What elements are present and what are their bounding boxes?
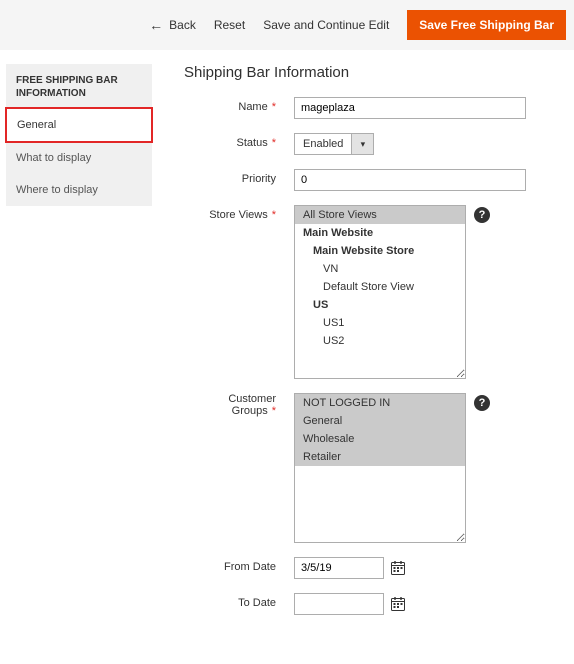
calendar-icon[interactable] — [390, 596, 406, 612]
content: Shipping Bar Information Name* Status* E… — [152, 64, 574, 629]
list-item[interactable]: US1 — [295, 314, 465, 332]
label-to-date: To Date — [184, 593, 276, 609]
list-item[interactable]: Wholesale — [295, 430, 465, 448]
save-continue-button[interactable]: Save and Continue Edit — [263, 18, 389, 32]
list-item[interactable]: US — [295, 296, 465, 314]
sidebar-item-label: What to display — [16, 152, 91, 164]
from-date-input[interactable] — [294, 557, 384, 579]
list-item[interactable]: VN — [295, 260, 465, 278]
priority-input[interactable] — [294, 169, 526, 191]
label-name: Name* — [184, 97, 276, 113]
label-store-views: Store Views* — [184, 205, 276, 221]
sidebar-item-where-to-display[interactable]: Where to display — [6, 174, 152, 206]
row-to-date: To Date — [184, 593, 564, 615]
save-button[interactable]: Save Free Shipping Bar — [407, 10, 566, 40]
sidebar-box: FREE SHIPPING BAR INFORMATION General Wh… — [6, 64, 152, 206]
list-item[interactable]: General — [295, 412, 465, 430]
row-from-date: From Date — [184, 557, 564, 579]
sidebar-item-label: Where to display — [16, 184, 98, 196]
reset-button[interactable]: Reset — [214, 18, 245, 32]
back-label: Back — [169, 18, 196, 32]
status-select[interactable]: Enabled ▾ — [294, 133, 374, 155]
list-item[interactable]: All Store Views — [295, 206, 465, 224]
label-customer-groups: CustomerGroups* — [184, 393, 276, 417]
sidebar-item-label: General — [17, 119, 56, 131]
row-status: Status* Enabled ▾ — [184, 133, 564, 155]
customer-groups-multiselect[interactable]: NOT LOGGED INGeneralWholesaleRetailer — [294, 393, 466, 543]
main-wrap: FREE SHIPPING BAR INFORMATION General Wh… — [0, 50, 574, 629]
sidebar-title: FREE SHIPPING BAR INFORMATION — [6, 64, 152, 108]
save-label: Save Free Shipping Bar — [419, 18, 554, 32]
calendar-icon[interactable] — [390, 560, 406, 576]
list-item[interactable]: Default Store View — [295, 278, 465, 296]
arrow-left-icon: ← — [149, 17, 163, 33]
row-store-views: Store Views* All Store ViewsMain Website… — [184, 205, 564, 379]
label-from-date: From Date — [184, 557, 276, 573]
help-icon[interactable]: ? — [474, 395, 490, 411]
reset-label: Reset — [214, 18, 245, 32]
list-item[interactable]: Main Website — [295, 224, 465, 242]
chevron-down-icon[interactable]: ▾ — [352, 133, 374, 155]
top-action-bar: ← Back Reset Save and Continue Edit Save… — [0, 0, 574, 50]
to-date-input[interactable] — [294, 593, 384, 615]
row-name: Name* — [184, 97, 564, 119]
row-priority: Priority — [184, 169, 564, 191]
list-item[interactable]: Main Website Store — [295, 242, 465, 260]
list-item[interactable]: NOT LOGGED IN — [295, 394, 465, 412]
list-item[interactable]: US2 — [295, 332, 465, 350]
sidebar-item-general[interactable]: General — [5, 107, 153, 143]
help-icon[interactable]: ? — [474, 207, 490, 223]
sidebar: FREE SHIPPING BAR INFORMATION General Wh… — [0, 64, 152, 629]
page-title: Shipping Bar Information — [184, 64, 564, 81]
row-customer-groups: CustomerGroups* NOT LOGGED INGeneralWhol… — [184, 393, 564, 543]
store-views-multiselect[interactable]: All Store ViewsMain WebsiteMain Website … — [294, 205, 466, 379]
back-button[interactable]: ← Back — [149, 17, 196, 33]
status-value: Enabled — [294, 133, 352, 155]
label-status: Status* — [184, 133, 276, 149]
name-input[interactable] — [294, 97, 526, 119]
save-continue-label: Save and Continue Edit — [263, 18, 389, 32]
sidebar-item-what-to-display[interactable]: What to display — [6, 142, 152, 174]
list-item[interactable]: Retailer — [295, 448, 465, 466]
label-priority: Priority — [184, 169, 276, 185]
